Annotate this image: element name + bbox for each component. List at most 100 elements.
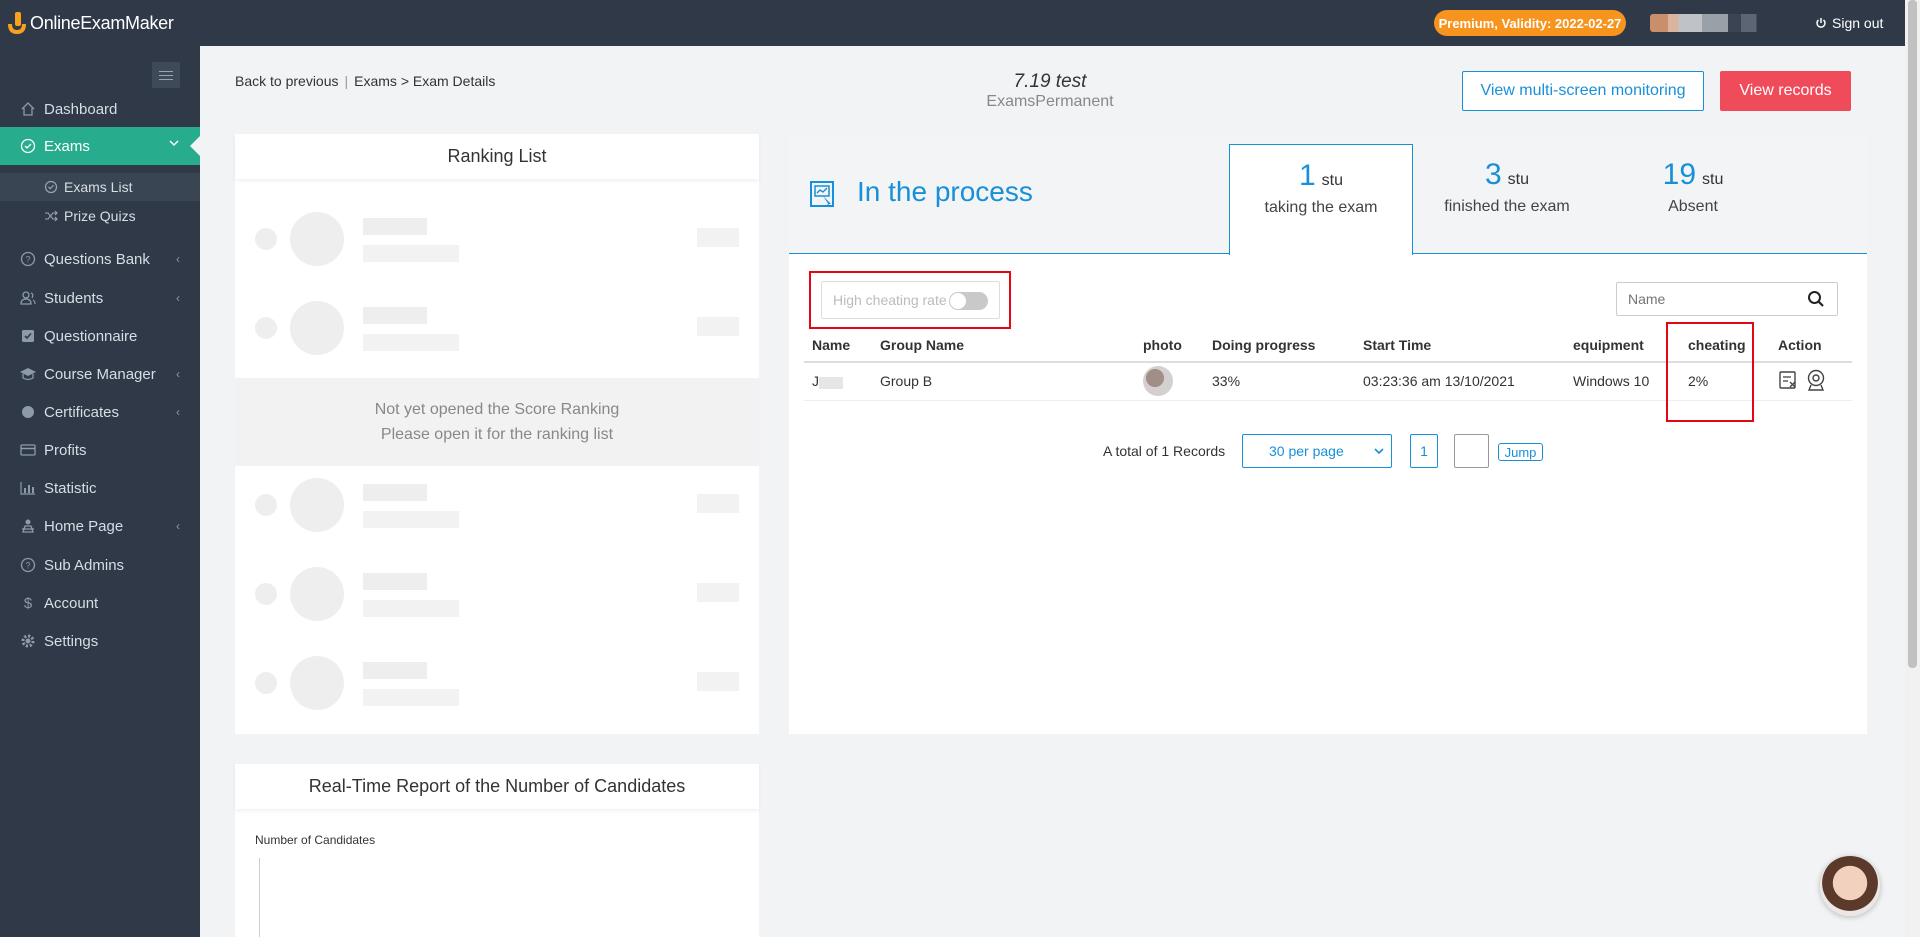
sidebar-item-label: Certificates bbox=[44, 403, 120, 421]
pagination: A total of 1 Records 30 per page 1 Jump bbox=[789, 434, 1867, 468]
sidebar-item-label: Students bbox=[44, 289, 104, 307]
cell-progress: 33% bbox=[1204, 362, 1355, 401]
sidebar-item-dashboard[interactable]: Dashboard bbox=[0, 92, 200, 126]
per-page-select[interactable]: 30 per page bbox=[1242, 434, 1392, 468]
sidebar-item-certificates[interactable]: Certificates ‹ bbox=[0, 395, 200, 429]
logo-mark-icon bbox=[8, 12, 26, 34]
logo-text: OnlineExamMaker bbox=[30, 12, 174, 33]
sidebar-item-label: Course Manager bbox=[44, 365, 156, 383]
page-jump-button[interactable]: Jump bbox=[1498, 443, 1543, 461]
question-circle-icon: ? bbox=[19, 556, 37, 574]
breadcrumb: Back to previous | Exams > Exam Details bbox=[235, 73, 495, 89]
sidebar-item-label: Questionnaire bbox=[44, 327, 138, 345]
student-photo[interactable] bbox=[1143, 366, 1173, 397]
sidebar-item-label: Home Page bbox=[44, 517, 124, 535]
cell-start-time: 03:23:36 am 13/10/2021 bbox=[1355, 362, 1565, 401]
credit-card-icon bbox=[19, 441, 37, 459]
name-search-input[interactable] bbox=[1617, 283, 1797, 315]
premium-badge[interactable]: Premium, Validity: 2022-02-27 bbox=[1434, 10, 1626, 36]
monitor-report-icon bbox=[810, 181, 834, 208]
stat-unit: stu bbox=[1702, 171, 1724, 188]
process-panel: In the process 1 stu taking the exam 3 stu… bbox=[789, 134, 1867, 734]
ranking-skeleton-row bbox=[255, 652, 739, 712]
col-progress: Doing progress bbox=[1204, 328, 1355, 363]
sidebar-item-label: Profits bbox=[44, 441, 87, 459]
sidebar-item-students[interactable]: Students ‹ bbox=[0, 281, 200, 315]
sidebar-item-course-manager[interactable]: Course Manager ‹ bbox=[0, 357, 200, 391]
col-start-time: Start Time bbox=[1355, 328, 1565, 363]
webcam-icon[interactable] bbox=[1806, 369, 1826, 391]
sidebar-item-questions-bank[interactable]: ? Questions Bank ‹ bbox=[0, 242, 200, 276]
ranking-empty-message: Not yet opened the Score Ranking Please … bbox=[235, 378, 759, 466]
process-status-label: In the process bbox=[857, 176, 1033, 207]
view-answers-icon[interactable] bbox=[1778, 370, 1798, 390]
sidebar-item-home-page[interactable]: Home Page ‹ bbox=[0, 509, 200, 543]
col-equipment: equipment bbox=[1565, 328, 1680, 363]
col-photo: photo bbox=[1135, 328, 1204, 363]
sidebar-subitem-prize-quizs[interactable]: Prize Quizs bbox=[0, 202, 200, 230]
stat-taking-exam[interactable]: 1 stu taking the exam bbox=[1229, 144, 1413, 255]
sidebar-item-exams[interactable]: Exams bbox=[0, 127, 200, 165]
ranking-panel: Ranking List Not yet opened the Score Ra… bbox=[235, 134, 759, 734]
stat-label: taking the exam bbox=[1264, 199, 1378, 216]
sidebar-subitem-label: Exams List bbox=[64, 179, 133, 195]
stat-finished-exam[interactable]: 3 stu finished the exam bbox=[1415, 144, 1599, 255]
sidebar-item-profits[interactable]: Profits bbox=[0, 433, 200, 467]
home-page-icon bbox=[19, 517, 37, 535]
gear-icon bbox=[19, 632, 37, 650]
stat-label: Absent bbox=[1668, 198, 1718, 215]
sidebar-item-settings[interactable]: Settings bbox=[0, 624, 200, 658]
search-icon[interactable] bbox=[1807, 290, 1825, 308]
cell-group: Group B bbox=[872, 362, 1135, 401]
stat-absent[interactable]: 19 stu Absent bbox=[1601, 144, 1785, 255]
user-avatar[interactable] bbox=[1650, 14, 1780, 32]
ranking-title: Ranking List bbox=[235, 134, 759, 179]
power-icon bbox=[1816, 18, 1826, 28]
page-scrollbar[interactable] bbox=[1905, 0, 1920, 937]
page-jump-input[interactable] bbox=[1454, 434, 1489, 468]
col-action: Action bbox=[1770, 328, 1852, 363]
top-bar: OnlineExamMaker Premium, Validity: 2022-… bbox=[0, 0, 1920, 46]
ranking-empty-line2: Please open it for the ranking list bbox=[380, 426, 614, 443]
sidebar-item-sub-admins[interactable]: ? Sub Admins bbox=[0, 548, 200, 582]
cell-action bbox=[1770, 362, 1852, 401]
per-page-value: 30 per page bbox=[1269, 443, 1344, 459]
realtime-report-panel: Real-Time Report of the Number of Candid… bbox=[235, 764, 759, 937]
sign-out-button[interactable]: Sign out bbox=[1815, 15, 1883, 31]
student-name: J bbox=[812, 373, 819, 390]
page-number-button[interactable]: 1 bbox=[1410, 434, 1438, 468]
stat-unit: stu bbox=[1321, 172, 1344, 189]
sidebar-item-questionnaire[interactable]: Questionnaire bbox=[0, 319, 200, 353]
sidebar-item-statistic[interactable]: Statistic bbox=[0, 471, 200, 505]
certificate-icon bbox=[19, 403, 37, 421]
support-chat-avatar[interactable] bbox=[1820, 856, 1880, 916]
cell-equipment: Windows 10 bbox=[1565, 362, 1680, 401]
sidebar-item-label: Questions Bank bbox=[44, 250, 150, 268]
stat-number: 3 bbox=[1484, 158, 1502, 191]
sidebar-item-label: Statistic bbox=[44, 479, 97, 497]
breadcrumb-path[interactable]: Exams > Exam Details bbox=[354, 73, 495, 89]
check-circle-icon bbox=[19, 137, 37, 155]
highlight-box-cheating bbox=[1666, 322, 1754, 422]
view-monitoring-button[interactable]: View multi-screen monitoring bbox=[1462, 71, 1704, 111]
sidebar-item-label: Account bbox=[44, 594, 99, 612]
realtime-y-label: Number of Candidates bbox=[255, 833, 376, 847]
exam-subtitle: ExamsPermanent bbox=[986, 93, 1114, 110]
app-logo[interactable]: OnlineExamMaker bbox=[6, 10, 174, 36]
chevron-down-icon bbox=[1374, 448, 1384, 455]
view-records-button[interactable]: View records bbox=[1720, 71, 1851, 111]
ranking-empty-line1: Not yet opened the Score Ranking bbox=[374, 401, 620, 418]
chevron-left-icon: ‹ bbox=[176, 519, 180, 533]
back-link[interactable]: Back to previous bbox=[235, 73, 339, 89]
stat-number: 1 bbox=[1298, 159, 1316, 192]
sidebar-subitem-exams-list[interactable]: Exams List bbox=[0, 173, 200, 201]
graduation-cap-icon bbox=[19, 365, 37, 383]
stat-number: 19 bbox=[1662, 158, 1697, 191]
menu-toggle-button[interactable] bbox=[152, 62, 180, 88]
check-circle-icon bbox=[44, 180, 58, 194]
breadcrumb-separator: | bbox=[344, 73, 349, 89]
sidebar-item-account[interactable]: $ Account bbox=[0, 586, 200, 620]
cell-photo bbox=[1135, 362, 1204, 401]
name-search bbox=[1616, 282, 1838, 316]
question-circle-icon: ? bbox=[19, 250, 37, 268]
